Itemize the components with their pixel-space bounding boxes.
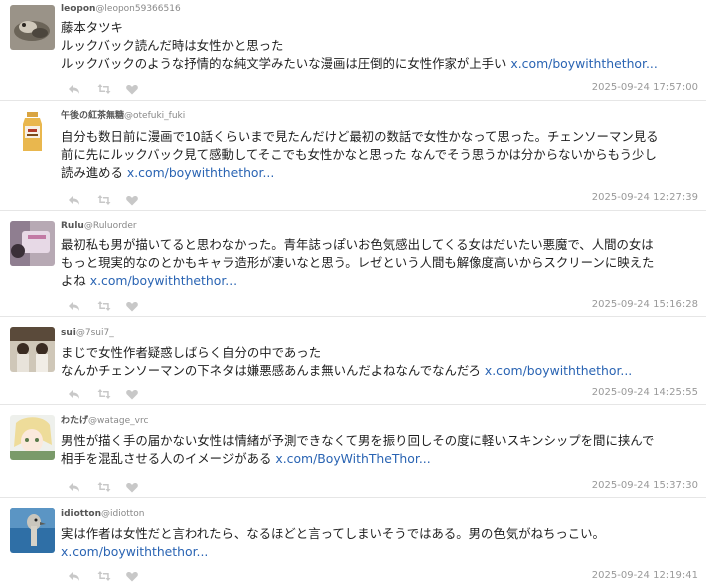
retweet-icon[interactable] [97, 478, 126, 492]
tweet-line: 藤本タツキ [61, 20, 123, 35]
user-handle[interactable]: @watage_vrc [88, 416, 148, 426]
timestamp[interactable]: 2025-09-24 15:16:28 [592, 299, 698, 310]
tweet-text: 自分も数日前に漫画で10話くらいまで見たんだけど最初の数話で女性かなって思った。… [61, 128, 700, 182]
tweet-header: sui@7sui7_ [61, 327, 114, 339]
avatar[interactable] [10, 327, 55, 372]
timestamp[interactable]: 2025-09-24 15:37:30 [592, 480, 698, 491]
tweet-line: ルックバック読んだ時は女性かと思った [61, 38, 284, 53]
tweet-line: 実は作者は女性だと言われたら、なるほどと言ってしまいそうではある。男の色気がねち… [61, 526, 605, 541]
tweet-text: 最初私も男が描いてると思わなかった。青年誌っぽいお色気感出してくる女はだいたい悪… [61, 236, 700, 290]
tweet-actions [68, 385, 155, 400]
avatar[interactable] [10, 109, 55, 154]
reply-icon[interactable] [68, 567, 97, 581]
reply-icon[interactable] [68, 80, 97, 94]
user-name[interactable]: 午後の紅茶無糖 [61, 111, 124, 121]
user-name[interactable]: idiotton [61, 509, 101, 519]
tweet-link[interactable]: x.com/BoyWithTheThor... [275, 451, 430, 466]
like-icon[interactable] [126, 191, 155, 206]
user-handle[interactable]: @leopon59366516 [95, 4, 180, 14]
like-icon[interactable] [126, 80, 155, 95]
tweet-feed: leopon@leopon59366516 藤本タツキ ルックバック読んだ時は女… [0, 0, 706, 584]
retweet-icon[interactable] [97, 567, 126, 581]
tweet-actions [68, 191, 155, 206]
tweet-line: 最初私も男が描いてると思わなかった。青年誌っぽいお色気感出してくる女はだいたい悪… [61, 237, 654, 252]
retweet-icon[interactable] [97, 297, 126, 311]
user-name[interactable]: わたげ [61, 416, 88, 426]
avatar[interactable] [10, 415, 55, 460]
tweet-line: 相手を混乱させる人のイメージがある x.com/BoyWithTheThor..… [61, 450, 700, 468]
tweet-header: idiotton@idiotton [61, 508, 145, 520]
tweet-text: 実は作者は女性だと言われたら、なるほどと言ってしまいそうではある。男の色気がねち… [61, 525, 700, 561]
tweet-actions [68, 297, 155, 312]
like-icon[interactable] [126, 567, 155, 582]
tweet-line: なんかチェンソーマンの下ネタは嫌悪感あんま無いんだよねなんでなんだろ x.com… [61, 362, 700, 380]
tweet-header: leopon@leopon59366516 [61, 3, 181, 15]
tweet-link[interactable]: x.com/boywiththethor... [127, 165, 274, 180]
tweet-actions [68, 80, 155, 95]
timestamp[interactable]: 2025-09-24 17:57:00 [592, 82, 698, 93]
tweet-link[interactable]: x.com/boywiththethor... [61, 544, 208, 559]
user-handle[interactable]: @otefuki_fuki [124, 111, 185, 121]
reply-icon[interactable] [68, 191, 97, 205]
tweet-line: もっと現実的なのとかもキャラ造形が凄いなと思う。レゼという人間も解像度高いからス… [61, 255, 655, 270]
user-name[interactable]: Rulu [61, 221, 84, 231]
like-icon[interactable] [126, 297, 155, 312]
reply-icon[interactable] [68, 385, 97, 399]
retweet-icon[interactable] [97, 80, 126, 94]
tweet-line-text: 相手を混乱させる人のイメージがある [61, 451, 272, 466]
tweet-line-text: 読み進める [61, 165, 123, 180]
retweet-icon[interactable] [97, 191, 126, 205]
user-handle[interactable]: @Ruluorder [84, 221, 137, 231]
tweet-1: leopon@leopon59366516 藤本タツキ ルックバック読んだ時は女… [0, 0, 706, 101]
tweet-line: 前に先にルックバック見て感動してそこでも女性かなと思った なんでそう思うかは分か… [61, 147, 657, 162]
like-icon[interactable] [126, 385, 155, 400]
tweet-actions [68, 478, 155, 493]
tweet-line-text: ルックバックのような抒情的な純文学みたいな漫画は圧倒的に女性作家が上手い [61, 56, 507, 71]
tweet-header: Rulu@Ruluorder [61, 220, 137, 232]
reply-icon[interactable] [68, 297, 97, 311]
user-name[interactable]: sui [61, 328, 76, 338]
tweet-line: 男性が描く手の届かない女性は情緒が予測できなくて男を振り回しその度に軽いスキンシ… [61, 433, 655, 448]
tweet-link[interactable]: x.com/boywiththethor... [510, 56, 657, 71]
user-handle[interactable]: @idiotton [101, 509, 145, 519]
tweet-5: わたげ@watage_vrc 男性が描く手の届かない女性は情緒が予測できなくて男… [0, 405, 706, 498]
reply-icon[interactable] [68, 478, 97, 492]
avatar[interactable] [10, 5, 55, 50]
timestamp[interactable]: 2025-09-24 14:25:55 [592, 387, 698, 398]
tweet-header: わたげ@watage_vrc [61, 415, 148, 427]
tweet-line-text: なんかチェンソーマンの下ネタは嫌悪感あんま無いんだよねなんでなんだろ [61, 363, 481, 378]
avatar[interactable] [10, 221, 55, 266]
tweet-2: 午後の紅茶無糖@otefuki_fuki 自分も数日前に漫画で10話くらいまで見… [0, 101, 706, 211]
user-name[interactable]: leopon [61, 4, 95, 14]
tweet-line-text: よね [61, 273, 86, 288]
user-handle[interactable]: @7sui7_ [76, 328, 114, 338]
like-icon[interactable] [126, 478, 155, 493]
tweet-actions [68, 567, 155, 582]
tweet-line: x.com/boywiththethor... [61, 543, 700, 561]
tweet-3: Rulu@Ruluorder 最初私も男が描いてると思わなかった。青年誌っぽいお… [0, 211, 706, 317]
avatar[interactable] [10, 508, 55, 553]
retweet-icon[interactable] [97, 385, 126, 399]
tweet-line: まじで女性作者疑惑しばらく自分の中であった [61, 345, 322, 360]
tweet-line: よね x.com/boywiththethor... [61, 272, 700, 290]
tweet-6: idiotton@idiotton 実は作者は女性だと言われたら、なるほどと言っ… [0, 498, 706, 584]
tweet-link[interactable]: x.com/boywiththethor... [90, 273, 237, 288]
tweet-link[interactable]: x.com/boywiththethor... [485, 363, 632, 378]
tweet-line: ルックバックのような抒情的な純文学みたいな漫画は圧倒的に女性作家が上手い x.c… [61, 55, 700, 73]
tweet-text: 藤本タツキ ルックバック読んだ時は女性かと思った ルックバックのような抒情的な純… [61, 19, 700, 73]
tweet-header: 午後の紅茶無糖@otefuki_fuki [61, 110, 185, 122]
timestamp[interactable]: 2025-09-24 12:19:41 [592, 570, 698, 581]
tweet-text: 男性が描く手の届かない女性は情緒が予測できなくて男を振り回しその度に軽いスキンシ… [61, 432, 700, 468]
tweet-text: まじで女性作者疑惑しばらく自分の中であった なんかチェンソーマンの下ネタは嫌悪感… [61, 344, 700, 380]
tweet-line: 自分も数日前に漫画で10話くらいまで見たんだけど最初の数話で女性かなって思った。… [61, 129, 659, 144]
tweet-line: 読み進める x.com/boywiththethor... [61, 164, 700, 182]
timestamp[interactable]: 2025-09-24 12:27:39 [592, 192, 698, 203]
tweet-4: sui@7sui7_ まじで女性作者疑惑しばらく自分の中であった なんかチェンソ… [0, 317, 706, 405]
